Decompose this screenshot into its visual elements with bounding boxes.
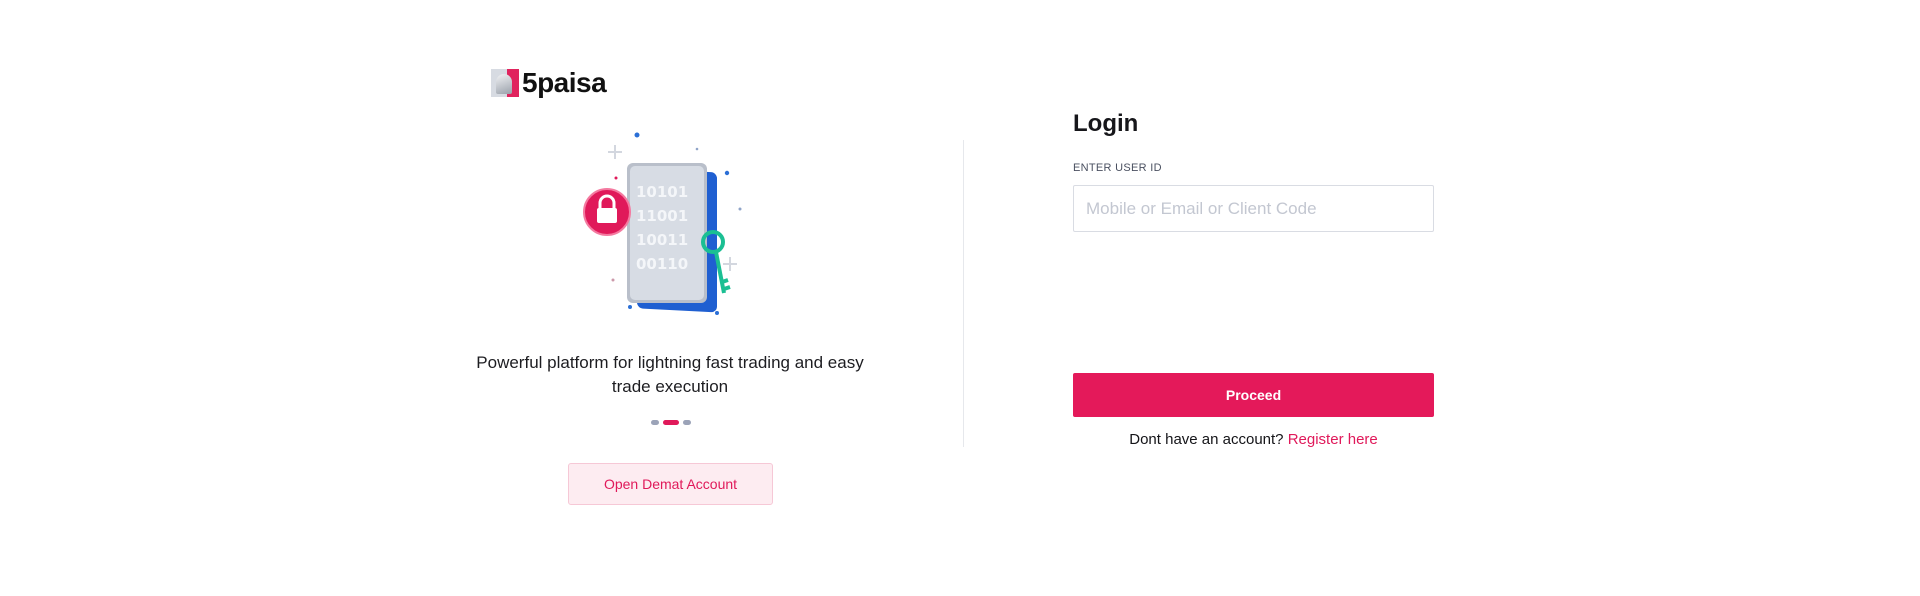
carousel-indicator [651, 420, 691, 425]
brand-name: 5paisa [522, 67, 607, 98]
open-demat-account-button[interactable]: Open Demat Account [568, 463, 773, 505]
register-here-link[interactable]: Register here [1288, 431, 1378, 448]
illustration-row: 10101 [636, 183, 688, 201]
column-divider [963, 140, 964, 447]
register-row: Dont have an account? Register here [1073, 431, 1434, 448]
user-id-label: ENTER USER ID [1073, 162, 1162, 174]
carousel-dot[interactable] [683, 420, 691, 425]
secure-data-illustration: 10101 11001 10011 00110 [583, 132, 742, 315]
illustration-row: 10011 [636, 231, 688, 249]
illustration-row: 11001 [636, 207, 688, 225]
user-id-input[interactable] [1073, 185, 1434, 232]
login-title: Login [1073, 110, 1139, 137]
carousel-dot[interactable] [651, 420, 659, 425]
login-page: 5paisa 10101 11001 10011 00110 Powerful … [0, 0, 1920, 596]
register-prompt: Dont have an account? [1129, 431, 1288, 448]
brand-logo[interactable]: 5paisa [491, 67, 607, 98]
carousel-dot-active[interactable] [663, 420, 679, 425]
carousel-tagline: Powerful platform for lightning fast tra… [476, 353, 864, 396]
lock-icon [583, 188, 631, 236]
illustration-row: 00110 [636, 255, 688, 273]
5paisa-logo-icon [491, 69, 519, 97]
proceed-button[interactable]: Proceed [1073, 373, 1434, 417]
